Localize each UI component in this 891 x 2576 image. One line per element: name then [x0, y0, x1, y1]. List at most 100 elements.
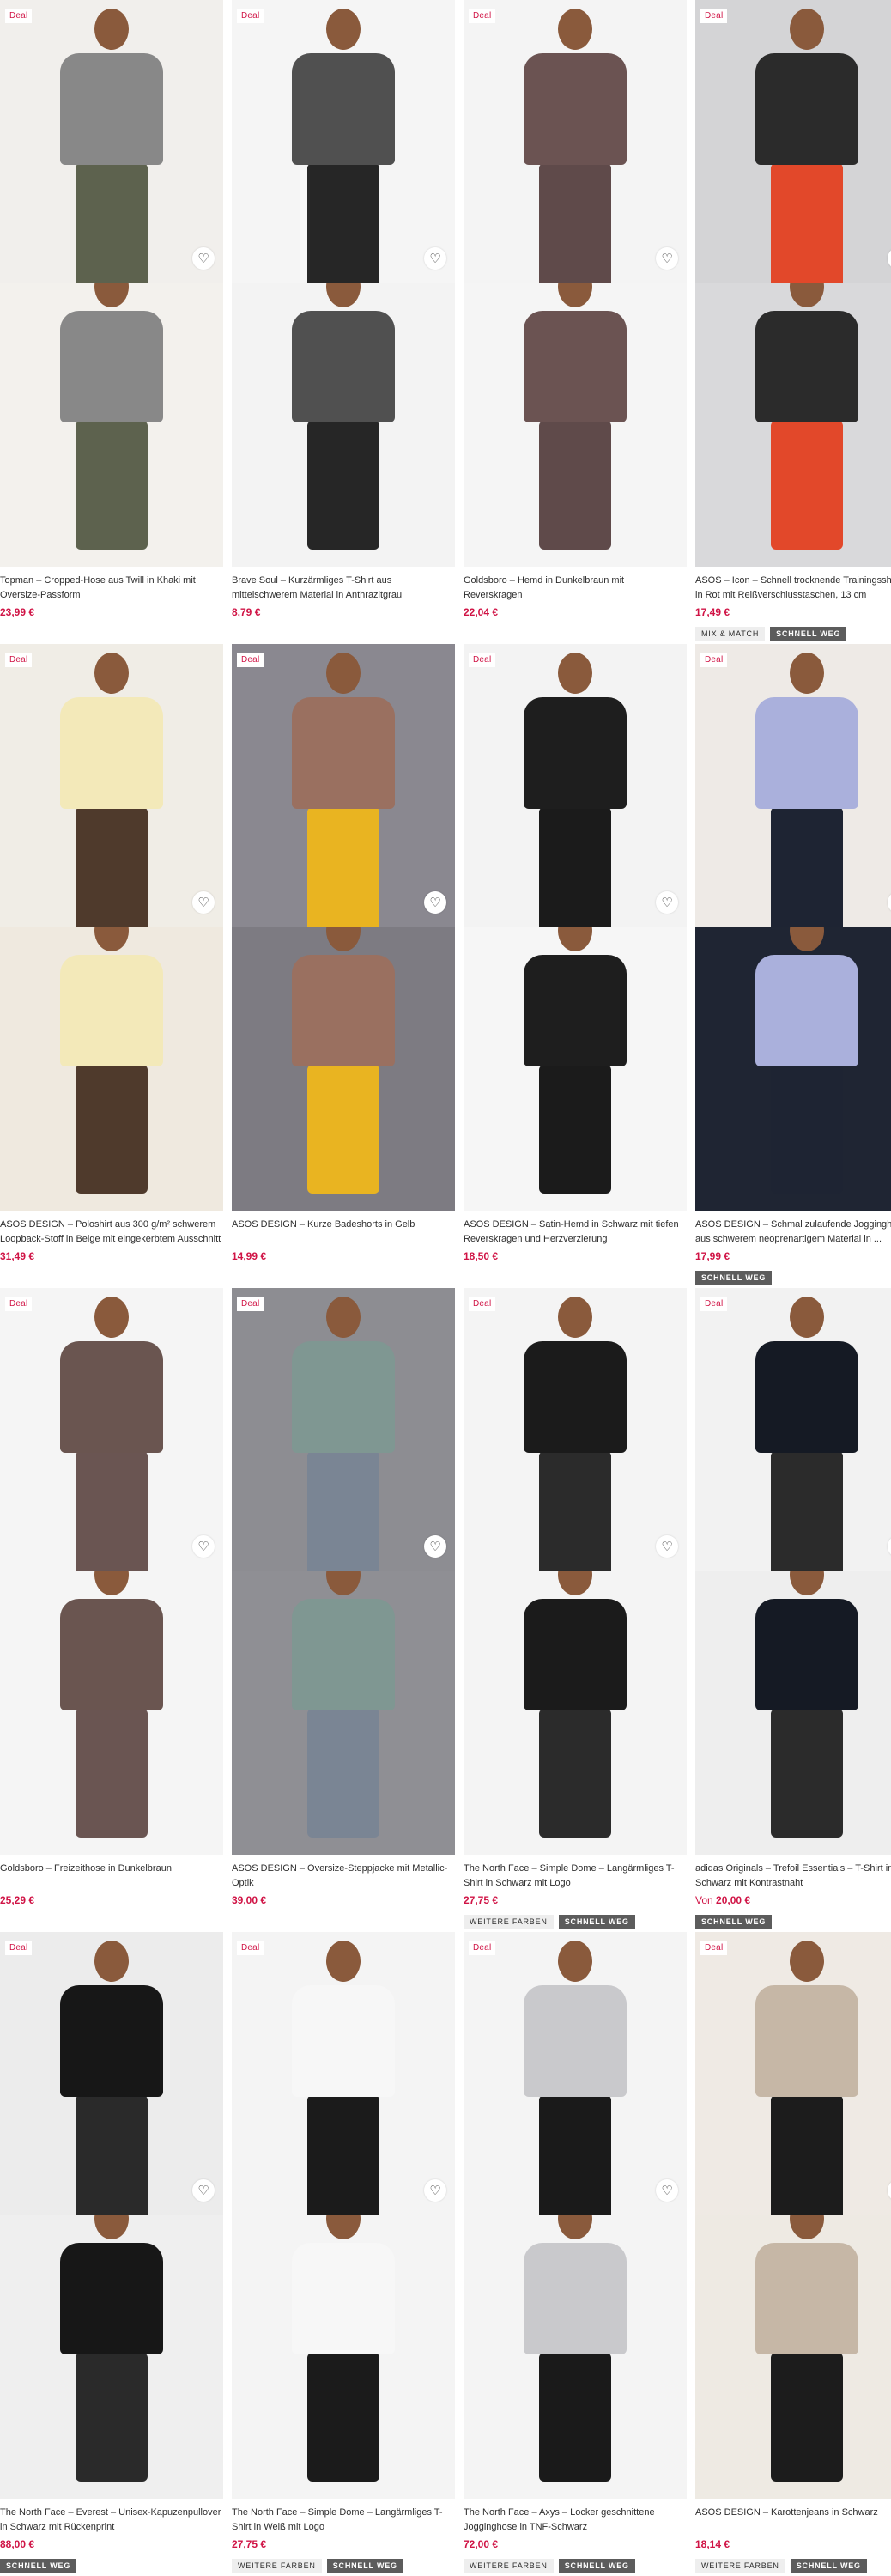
model-bottom-garment [539, 1451, 611, 1571]
product-image-primary[interactable]: Deal♡ [0, 1932, 223, 2215]
model-bottom-garment [76, 1709, 148, 1838]
model-top-garment [60, 53, 163, 165]
product-image-secondary[interactable] [232, 2215, 455, 2499]
product-image-primary[interactable]: Deal ♡ [0, 0, 223, 283]
model-bottom-garment [307, 421, 379, 550]
product-title[interactable]: Brave Soul – Kurzärmliges T-Shirt aus mi… [232, 574, 453, 603]
product-image-primary[interactable]: Deal♡ [695, 0, 891, 283]
product-title[interactable]: ASOS – Icon – Schnell trocknende Trainin… [695, 574, 891, 603]
product-image-secondary[interactable] [695, 1571, 891, 1855]
model-top-garment [524, 955, 627, 1066]
product-image-primary[interactable]: Deal♡ [232, 1288, 455, 1571]
product-title[interactable]: Goldsboro – Freizeithose in Dunkelbraun [0, 1862, 221, 1891]
product-image-secondary[interactable] [464, 1571, 687, 1855]
product-price: 88,00 € [0, 2538, 221, 2550]
model-bottom-garment [76, 807, 148, 927]
product-image-primary[interactable]: Deal♡ [464, 644, 687, 927]
deal-badge: Deal [237, 653, 264, 667]
deal-badge: Deal [700, 1297, 728, 1311]
product-price: 23,99 € [0, 606, 221, 618]
product-image-primary[interactable]: Deal♡ [464, 1932, 687, 2215]
product-image-primary[interactable]: Deal♡ [695, 644, 891, 927]
product-title[interactable]: Topman – Cropped-Hose aus Twill in Khaki… [0, 574, 221, 603]
product-info: ASOS DESIGN – Satin-Hemd in Schwarz mit … [464, 1218, 685, 1262]
model-bottom-garment [771, 163, 843, 283]
model-head [326, 1571, 361, 1595]
product-title[interactable]: ASOS DESIGN – Karottenjeans in Schwarz [695, 2506, 891, 2535]
heart-icon[interactable]: ♡ [424, 1535, 446, 1558]
model-figure [283, 283, 403, 550]
model-bottom-garment [539, 1709, 611, 1838]
model-top-garment [755, 1985, 858, 2097]
product-title[interactable]: ASOS DESIGN – Poloshirt aus 300 g/m² sch… [0, 1218, 221, 1247]
model-figure [515, 283, 635, 550]
product-image-secondary[interactable] [695, 927, 891, 1211]
product-title[interactable]: ASOS DESIGN – Schmal zulaufende Joggingh… [695, 1218, 891, 1247]
heart-icon[interactable]: ♡ [192, 2179, 215, 2202]
product-title[interactable]: ASOS DESIGN – Kurze Badeshorts in Gelb [232, 1218, 453, 1247]
model-head [326, 1297, 361, 1338]
model-figure [515, 653, 635, 927]
product-image-secondary[interactable] [232, 1571, 455, 1855]
heart-icon[interactable]: ♡ [424, 891, 446, 914]
product-title[interactable]: The North Face – Everest – Unisex-Kapuze… [0, 2506, 221, 2535]
heart-icon[interactable]: ♡ [656, 1535, 678, 1558]
product-image-primary[interactable]: Deal ♡ [232, 644, 455, 927]
product-title[interactable]: adidas Originals – Trefoil Essentials – … [695, 1862, 891, 1891]
heart-icon[interactable]: ♡ [424, 2179, 446, 2202]
product-image-secondary[interactable] [0, 927, 223, 1211]
model-bottom-garment [539, 1065, 611, 1194]
model-head [94, 2215, 129, 2239]
product-image-secondary[interactable] [464, 927, 687, 1211]
deal-badge: Deal [5, 1297, 33, 1311]
product-image-secondary[interactable] [0, 2215, 223, 2499]
model-top-garment [292, 1341, 395, 1453]
product-image-primary[interactable]: Deal♡ [464, 1288, 687, 1571]
product-image-secondary[interactable] [695, 283, 891, 567]
product-price: 8,79 € [232, 606, 453, 618]
model-figure [747, 1571, 867, 1838]
heart-icon[interactable]: ♡ [656, 247, 678, 270]
product-image-secondary[interactable] [695, 2215, 891, 2499]
product-image-secondary[interactable] [232, 283, 455, 567]
product-image-secondary[interactable] [464, 283, 687, 567]
model-bottom-garment [76, 1065, 148, 1194]
product-image-primary[interactable]: Deal ♡ [0, 1288, 223, 1571]
product-title[interactable]: The North Face – Simple Dome – Langärmli… [232, 2506, 453, 2535]
product-image-secondary[interactable] [0, 1571, 223, 1855]
product-image-primary[interactable]: Deal♡ [695, 1288, 891, 1571]
model-head [558, 1297, 592, 1338]
heart-icon[interactable]: ♡ [192, 247, 215, 270]
deal-badge: Deal [5, 9, 33, 23]
product-image-primary[interactable]: Deal♡ [695, 1932, 891, 2215]
product-title[interactable]: ASOS DESIGN – Satin-Hemd in Schwarz mit … [464, 1218, 685, 1247]
model-bottom-garment [76, 421, 148, 550]
heart-icon[interactable]: ♡ [192, 1535, 215, 1558]
deal-badge: Deal [237, 1941, 264, 1955]
model-top-garment [60, 1599, 163, 1710]
product-image-secondary[interactable] [0, 283, 223, 567]
product-image-primary[interactable]: Deal♡ [0, 644, 223, 927]
product-title[interactable]: Goldsboro – Hemd in Dunkelbraun mit Reve… [464, 574, 685, 603]
model-top-garment [292, 53, 395, 165]
heart-icon[interactable]: ♡ [424, 247, 446, 270]
heart-icon[interactable]: ♡ [656, 891, 678, 914]
product-title[interactable]: The North Face – Simple Dome – Langärmli… [464, 1862, 685, 1891]
heart-icon[interactable]: ♡ [656, 2179, 678, 2202]
price-value: 31,49 € [0, 1250, 35, 1262]
product-price: 22,04 € [464, 606, 685, 618]
product-price: 18,14 € [695, 2538, 891, 2550]
product-title[interactable]: ASOS DESIGN – Oversize-Steppjacke mit Me… [232, 1862, 453, 1891]
product-image-primary[interactable]: Deal♡ [464, 0, 687, 283]
product-image-secondary[interactable] [464, 2215, 687, 2499]
model-bottom-garment [539, 2353, 611, 2482]
model-top-garment [60, 2243, 163, 2354]
product-image-secondary[interactable] [232, 927, 455, 1211]
heart-icon[interactable]: ♡ [192, 891, 215, 914]
price-prefix: Von [695, 1894, 717, 1906]
product-image-primary[interactable]: Deal ♡ [232, 1932, 455, 2215]
tag-schnell-weg: SCHNELL WEG [558, 2559, 635, 2573]
product-title[interactable]: The North Face – Axys – Locker geschnitt… [464, 2506, 685, 2535]
model-figure [515, 9, 635, 283]
product-image-primary[interactable]: Deal♡ [232, 0, 455, 283]
